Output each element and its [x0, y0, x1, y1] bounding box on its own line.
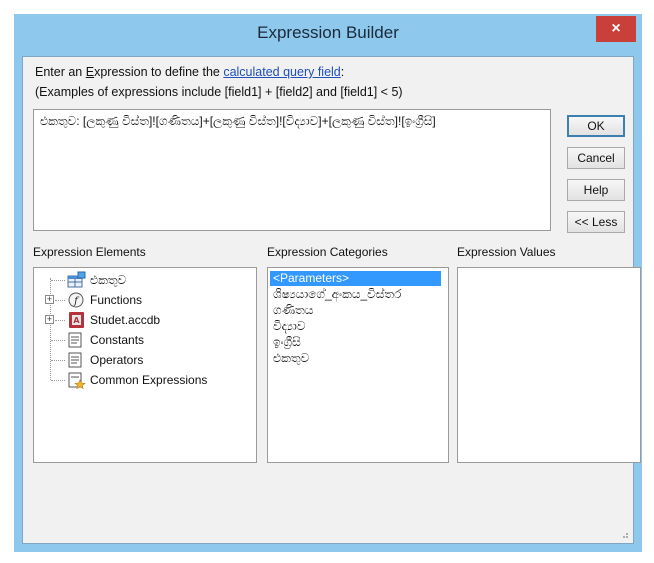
expression-categories-list[interactable]: <Parameters> ශිෂ්‍යයාගේ_අංකය_විස්තර ගණිත… [267, 267, 449, 463]
less-button[interactable]: << Less [567, 211, 625, 233]
calculated-query-field-link[interactable]: calculated query field [223, 65, 340, 79]
instruction-prefix: Enter an [35, 65, 86, 79]
examples-text: (Examples of expressions include [field1… [35, 85, 403, 99]
expression-input[interactable]: එකතුව: [ලකුණු විස්ත]![ගණිතය]+[ලකුණු විස්… [33, 109, 551, 231]
ok-button[interactable]: OK [567, 115, 625, 137]
expression-elements-label: Expression Elements [33, 245, 146, 259]
tree-item-functions[interactable]: + f Functions [34, 290, 256, 310]
tree-item-query[interactable]: එකතුව [34, 270, 256, 290]
expression-categories-label: Expression Categories [267, 245, 388, 259]
expand-icon[interactable]: + [45, 315, 54, 324]
tree-line [55, 300, 65, 302]
tree-item-label: එකතුව [90, 273, 127, 287]
common-expressions-icon [68, 372, 86, 389]
expression-values-label: Expression Values [457, 245, 556, 259]
tree-item-label: Functions [90, 293, 143, 307]
instruction-suffix: : [340, 65, 345, 79]
cancel-button[interactable]: Cancel [567, 147, 625, 169]
tree-item-label: Operators [90, 353, 144, 367]
database-icon: A [69, 312, 84, 328]
tree-line [51, 340, 65, 342]
category-item[interactable]: එකතුව [270, 351, 309, 366]
tree-item-label: Common Expressions [90, 373, 208, 387]
category-item[interactable]: ඉංග්‍රීසි [270, 335, 301, 350]
tree-item-label: Studet.accdb [90, 313, 161, 327]
category-item[interactable]: ශිෂ්‍යයාගේ_අංකය_විස්තර [270, 287, 401, 302]
tree-line [51, 280, 65, 282]
category-item[interactable]: <Parameters> [270, 271, 441, 286]
dialog-body: Enter an Expression to define the calcul… [22, 56, 641, 544]
operators-icon [68, 352, 82, 368]
category-item[interactable]: ගණිතය [270, 303, 313, 318]
query-icon [67, 271, 86, 288]
expression-values-list[interactable] [457, 267, 641, 463]
expression-builder-dialog: Expression Builder × Enter an Expression… [14, 14, 642, 552]
tree-line [51, 380, 65, 382]
instruction-accelerator: E [85, 65, 95, 79]
svg-text:A: A [73, 316, 80, 325]
tree-item-database[interactable]: + A Studet.accdb [34, 310, 256, 330]
title-bar[interactable]: Expression Builder × [14, 14, 642, 56]
category-item[interactable]: විද්‍යාව [270, 319, 306, 334]
tree-item-constants[interactable]: Constants [34, 330, 256, 350]
expand-icon[interactable]: + [45, 295, 54, 304]
constants-icon [68, 332, 82, 348]
close-button[interactable]: × [596, 16, 636, 42]
help-button[interactable]: Help [567, 179, 625, 201]
tree-item-common-expressions[interactable]: Common Expressions [34, 370, 256, 390]
tree-item-label: Constants [90, 333, 145, 347]
instruction-middle: xpression to define the [94, 65, 224, 79]
tree-item-operators[interactable]: Operators [34, 350, 256, 370]
function-icon: f [68, 292, 84, 308]
instruction-text: Enter an Expression to define the calcul… [35, 65, 344, 79]
expression-elements-list[interactable]: එකතුව + f Functions + A Studet.accdb Con… [33, 267, 257, 463]
resize-grip-icon[interactable] [619, 529, 629, 539]
window-title: Expression Builder [257, 23, 399, 42]
tree-line [55, 320, 65, 322]
tree-line [51, 360, 65, 362]
